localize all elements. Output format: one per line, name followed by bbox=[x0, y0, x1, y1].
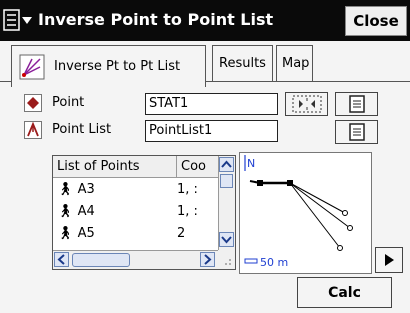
point-field[interactable]: STAT1 bbox=[145, 93, 278, 115]
point-name: A3 bbox=[77, 182, 95, 197]
scroll-left-button[interactable] bbox=[54, 252, 69, 267]
point-label: Point bbox=[52, 95, 85, 110]
map-pick-icon bbox=[292, 95, 321, 113]
chevron-up-icon bbox=[221, 160, 232, 168]
list-icon bbox=[348, 123, 365, 141]
list-item[interactable]: 🚶︎ A4 1, : bbox=[53, 204, 219, 224]
inverse-list-icon bbox=[19, 54, 45, 79]
vertical-scroll-thumb[interactable] bbox=[220, 174, 233, 188]
window-title: Inverse Point to Point List bbox=[38, 10, 274, 29]
tab-label: Map bbox=[282, 56, 310, 71]
chevron-down-icon bbox=[221, 236, 232, 244]
calc-button[interactable]: Calc bbox=[297, 277, 392, 308]
point-figure-icon: 🚶︎ bbox=[57, 226, 74, 241]
play-icon bbox=[385, 254, 394, 266]
points-list[interactable]: List of Points Coo 🚶︎ A3 1, : 🚶︎ A4 1, :… bbox=[52, 155, 236, 270]
point-name: A4 bbox=[77, 204, 95, 219]
list-icon bbox=[348, 95, 365, 113]
menu-icon bbox=[3, 9, 32, 31]
horizontal-scrollbar[interactable] bbox=[53, 250, 218, 269]
point-list-icon bbox=[24, 121, 42, 139]
point-code: 2 bbox=[177, 226, 186, 241]
chevron-left-icon bbox=[57, 254, 65, 265]
column-header-list-of-points[interactable]: List of Points bbox=[53, 156, 177, 178]
point-list-button[interactable] bbox=[335, 92, 378, 116]
list-item[interactable]: 🚶︎ A3 1, : bbox=[53, 182, 219, 202]
chevron-right-icon bbox=[204, 254, 212, 265]
tab-label: Results bbox=[219, 56, 266, 71]
tab-map[interactable]: Map bbox=[276, 45, 313, 81]
point-icon bbox=[24, 94, 42, 112]
menu-button[interactable] bbox=[2, 8, 34, 34]
vertical-scrollbar[interactable] bbox=[218, 156, 235, 250]
map-drawing: N 50 m bbox=[244, 155, 353, 269]
point-list-field[interactable]: PointList1 bbox=[145, 120, 278, 142]
pick-from-map-button[interactable] bbox=[285, 92, 328, 116]
list-item[interactable]: 🚶︎ A5 2 bbox=[53, 226, 219, 246]
tab-inverse-pt-to-pt-list[interactable]: Inverse Pt to Pt List bbox=[11, 45, 206, 87]
point-name: A5 bbox=[77, 226, 95, 241]
point-figure-icon: 🚶︎ bbox=[57, 204, 74, 219]
resize-grip bbox=[218, 250, 235, 269]
scroll-down-button[interactable] bbox=[219, 232, 234, 247]
tab-results[interactable]: Results bbox=[212, 45, 273, 81]
map-preview[interactable]: N 50 m bbox=[239, 152, 372, 274]
north-label: N bbox=[247, 157, 255, 170]
title-bar: Inverse Point to Point List Close bbox=[0, 0, 410, 41]
resize-grip-icon bbox=[225, 259, 231, 265]
tab-label: Inverse Pt to Pt List bbox=[54, 59, 181, 74]
column-header-code[interactable]: Coo bbox=[177, 156, 219, 178]
close-button[interactable]: Close bbox=[345, 6, 407, 36]
scale-label: 50 m bbox=[260, 256, 288, 269]
scroll-up-button[interactable] bbox=[219, 157, 234, 172]
horizontal-scroll-thumb[interactable] bbox=[72, 253, 130, 267]
point-list-select-button[interactable] bbox=[335, 120, 378, 144]
point-figure-icon: 🚶︎ bbox=[57, 182, 74, 197]
point-list-label: Point List bbox=[52, 122, 112, 137]
point-code: 1, : bbox=[177, 204, 198, 219]
next-button[interactable] bbox=[375, 247, 403, 273]
scroll-right-button[interactable] bbox=[200, 252, 215, 267]
point-code: 1, : bbox=[177, 182, 198, 197]
